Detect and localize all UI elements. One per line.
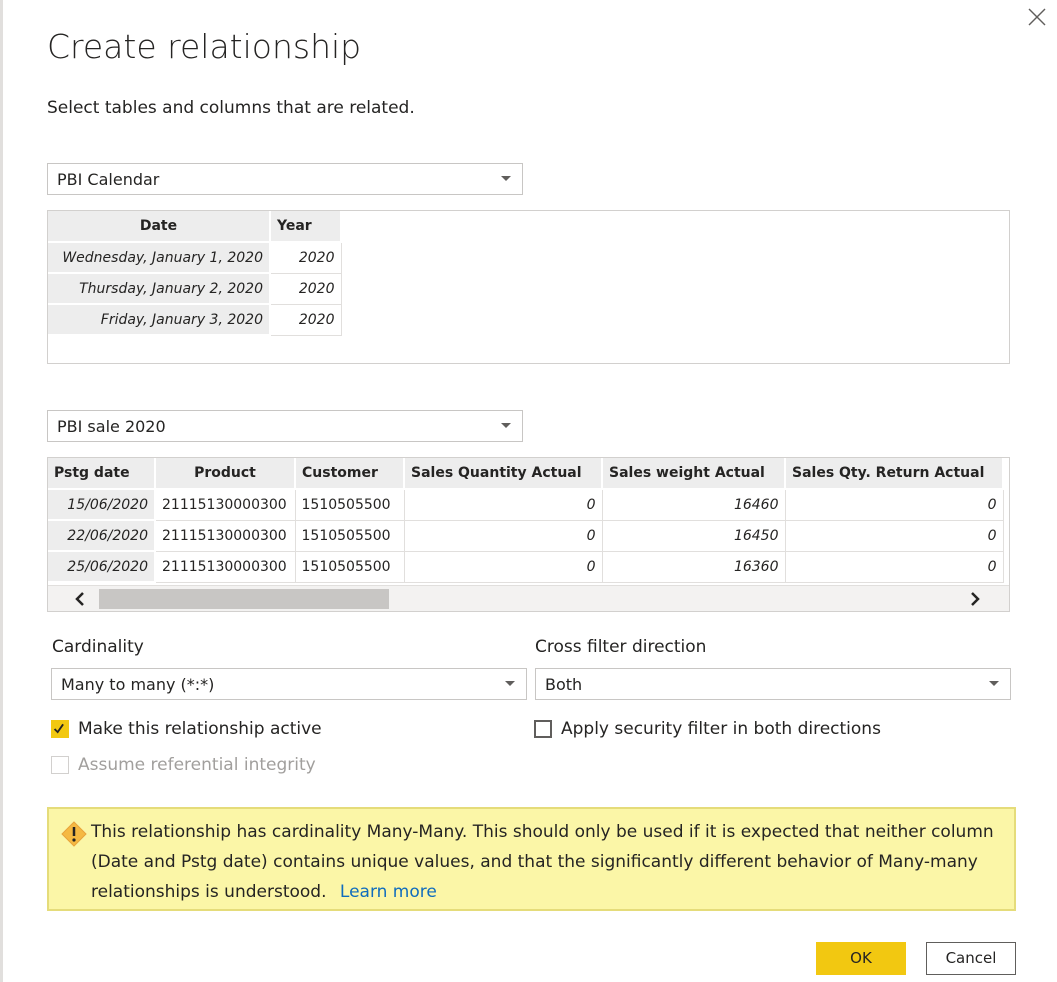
learn-more-link[interactable]: Learn more [340, 882, 437, 902]
table-row: Wednesday, January 1, 2020 2020 [48, 241, 342, 274]
cell-product: 21115130000300 [154, 488, 296, 521]
column-header-pstg-date[interactable]: Pstg date [48, 458, 156, 490]
cell-sales-return: 0 [784, 550, 1004, 583]
cross-filter-label: Cross filter direction [535, 637, 707, 657]
chevron-down-icon [501, 176, 511, 181]
cell-year: 2020 [269, 241, 342, 274]
table1-select-value: PBI Calendar [57, 170, 160, 189]
table2-header-row: Pstg date Product Customer Sales Quantit… [48, 458, 1004, 490]
checkbox-disabled [51, 756, 69, 774]
warning-banner: This relationship has cardinality Many-M… [47, 807, 1016, 911]
column-header-date[interactable]: Date [48, 211, 271, 243]
cell-sales-quantity: 0 [403, 550, 603, 583]
chevron-left-icon [75, 592, 84, 606]
chevron-down-icon [501, 423, 511, 428]
cell-sales-weight: 16360 [601, 550, 786, 583]
column-header-customer[interactable]: Customer [295, 458, 405, 490]
chevron-right-icon [971, 592, 980, 606]
cancel-button[interactable]: Cancel [926, 942, 1016, 975]
checkbox-unchecked[interactable] [534, 720, 552, 738]
table2-select[interactable]: PBI sale 2020 [47, 410, 523, 442]
scrollbar-thumb[interactable] [99, 589, 389, 609]
cell-date: Friday, January 3, 2020 [48, 304, 271, 336]
cell-date: Wednesday, January 1, 2020 [48, 242, 271, 274]
cell-customer: 1510505500 [294, 519, 405, 552]
make-active-label: Make this relationship active [78, 719, 322, 739]
dialog-subtitle: Select tables and columns that are relat… [47, 98, 415, 118]
table1-grid: Date Year Wednesday, January 1, 2020 202… [48, 211, 342, 336]
cell-customer: 1510505500 [294, 550, 405, 583]
checkbox-checked[interactable] [51, 720, 69, 738]
close-button[interactable] [1024, 4, 1050, 30]
cell-sales-quantity: 0 [403, 519, 603, 552]
warning-text: This relationship has cardinality Many-M… [91, 822, 994, 902]
cell-year: 2020 [269, 272, 342, 305]
background-window-edge [0, 0, 3, 982]
cell-product: 21115130000300 [154, 519, 296, 552]
column-header-year[interactable]: Year [270, 211, 342, 243]
cell-pstg-date: 15/06/2020 [48, 489, 156, 521]
cardinality-value: Many to many (*:*) [61, 675, 215, 694]
table1-header-row: Date Year [48, 211, 342, 243]
cell-sales-return: 0 [784, 519, 1004, 552]
table-row: 15/06/2020 21115130000300 1510505500 0 1… [48, 488, 1004, 521]
cardinality-label: Cardinality [52, 637, 144, 657]
security-filter-checkbox[interactable]: Apply security filter in both directions [534, 719, 881, 741]
cell-sales-weight: 16450 [601, 519, 786, 552]
table1-select[interactable]: PBI Calendar [47, 163, 523, 195]
ok-button[interactable]: OK [816, 942, 906, 975]
warning-icon [61, 821, 87, 847]
column-header-sales-quantity-actual[interactable]: Sales Quantity Actual [404, 458, 603, 490]
table1-preview: Date Year Wednesday, January 1, 2020 202… [47, 210, 1010, 364]
cell-sales-quantity: 0 [403, 488, 603, 521]
cell-sales-weight: 16460 [601, 488, 786, 521]
chevron-down-icon [505, 681, 515, 686]
dialog-title: Create relationship [47, 27, 362, 66]
cardinality-select[interactable]: Many to many (*:*) [51, 668, 527, 700]
cross-filter-value: Both [545, 675, 583, 694]
table-row: 25/06/2020 21115130000300 1510505500 0 1… [48, 550, 1004, 583]
column-header-sales-qty-return-actual[interactable]: Sales Qty. Return Actual [785, 458, 1004, 490]
cell-pstg-date: 25/06/2020 [48, 551, 156, 583]
column-header-sales-weight-actual[interactable]: Sales weight Actual [602, 458, 786, 490]
cell-product: 21115130000300 [154, 550, 296, 583]
warning-message: This relationship has cardinality Many-M… [91, 817, 1001, 907]
security-filter-label: Apply security filter in both directions [561, 719, 881, 739]
checkmark-icon [53, 723, 64, 734]
cell-sales-return: 0 [784, 488, 1004, 521]
table2-grid: Pstg date Product Customer Sales Quantit… [48, 458, 1004, 583]
cell-pstg-date: 22/06/2020 [48, 520, 156, 552]
cell-date: Thursday, January 2, 2020 [48, 273, 271, 305]
scroll-left-button[interactable] [70, 589, 90, 609]
cell-customer: 1510505500 [294, 488, 405, 521]
cross-filter-select[interactable]: Both [535, 668, 1011, 700]
referential-integrity-label: Assume referential integrity [78, 755, 316, 775]
table2-select-value: PBI sale 2020 [57, 417, 166, 436]
scroll-right-button[interactable] [965, 589, 985, 609]
close-icon [1028, 8, 1046, 26]
chevron-down-icon [989, 681, 999, 686]
horizontal-scrollbar[interactable] [48, 585, 1009, 611]
column-header-product[interactable]: Product [155, 458, 296, 490]
table-row: 22/06/2020 21115130000300 1510505500 0 1… [48, 519, 1004, 552]
table-row: Thursday, January 2, 2020 2020 [48, 272, 342, 305]
cell-year: 2020 [269, 303, 342, 336]
make-active-checkbox[interactable]: Make this relationship active [51, 719, 351, 741]
referential-integrity-checkbox: Assume referential integrity [51, 755, 351, 777]
table-row: Friday, January 3, 2020 2020 [48, 303, 342, 336]
